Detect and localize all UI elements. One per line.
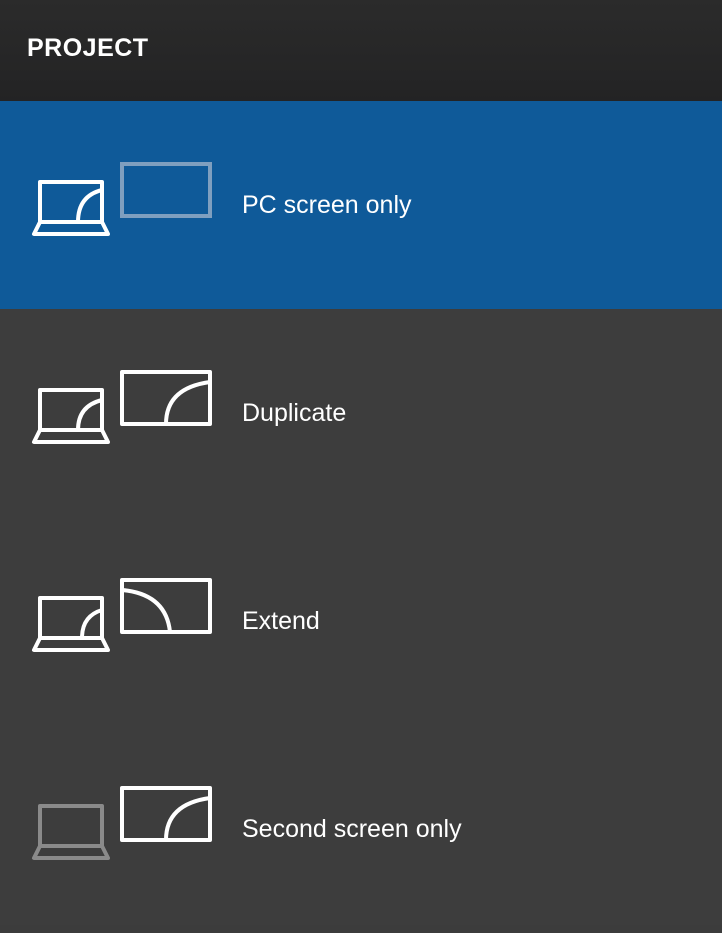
option-second-screen-only[interactable]: Second screen only xyxy=(0,725,722,933)
project-panel: PROJECT PC screen only Duplicate Extend … xyxy=(0,0,722,925)
option-extend[interactable]: Extend xyxy=(0,517,722,725)
second-screen-only-icon xyxy=(30,784,220,874)
pc-screen-only-icon xyxy=(30,160,220,250)
option-label-pc-screen-only: PC screen only xyxy=(242,190,412,219)
option-pc-screen-only[interactable]: PC screen only xyxy=(0,101,722,309)
extend-icon xyxy=(30,576,220,666)
option-label-second-screen-only: Second screen only xyxy=(242,814,462,843)
option-duplicate[interactable]: Duplicate xyxy=(0,309,722,517)
panel-title: PROJECT xyxy=(27,34,149,62)
option-label-duplicate: Duplicate xyxy=(242,398,347,427)
project-options-list: PC screen only Duplicate Extend Second s… xyxy=(0,101,722,933)
duplicate-icon xyxy=(30,368,220,458)
panel-header: PROJECT xyxy=(0,0,722,101)
option-label-extend: Extend xyxy=(242,606,320,635)
